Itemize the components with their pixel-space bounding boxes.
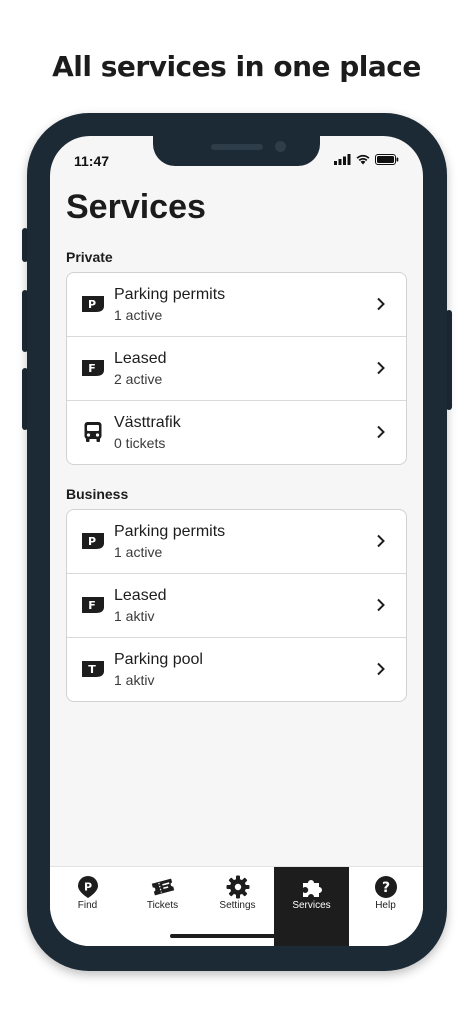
chevron-right-icon xyxy=(377,297,385,311)
svg-text:P: P xyxy=(88,298,96,311)
list-item-vasttrafik[interactable]: Västtrafik 0 tickets xyxy=(67,401,406,464)
list-item-private-parking-permits[interactable]: P Parking permits 1 active xyxy=(67,273,406,337)
chevron-right-icon xyxy=(377,425,385,439)
tab-label: Find xyxy=(77,900,98,911)
leased-icon: F xyxy=(82,597,104,613)
item-title: Leased xyxy=(114,350,167,367)
tab-find[interactable]: P Find xyxy=(50,867,125,946)
tickets-icon xyxy=(151,878,175,896)
leased-icon: F xyxy=(82,360,104,376)
home-indicator xyxy=(170,934,302,938)
private-services-card: P Parking permits 1 active F Leased 2 ac… xyxy=(66,272,407,465)
item-title: Parking permits xyxy=(114,286,226,303)
chevron-right-icon xyxy=(377,662,385,676)
parking-permit-icon: P xyxy=(82,296,104,312)
tab-label: Services xyxy=(292,900,331,911)
item-title: Leased xyxy=(114,587,167,604)
list-item-private-leased[interactable]: F Leased 2 active xyxy=(67,337,406,401)
item-subtitle: 1 aktiv xyxy=(114,672,155,688)
bus-icon xyxy=(84,422,102,442)
tab-label: Help xyxy=(375,900,396,911)
gear-icon xyxy=(226,875,250,899)
item-subtitle: 0 tickets xyxy=(114,435,166,451)
list-item-business-parking-permits[interactable]: P Parking permits 1 active xyxy=(67,510,406,574)
item-subtitle: 1 active xyxy=(114,307,163,323)
parking-pool-icon: T xyxy=(82,661,104,677)
parking-pin-icon: P xyxy=(78,876,98,898)
item-subtitle: 2 active xyxy=(114,371,163,387)
puzzle-icon xyxy=(303,880,322,897)
section-label-private: Private xyxy=(66,249,113,265)
svg-text:P: P xyxy=(84,881,92,894)
item-subtitle: 1 active xyxy=(114,544,163,560)
wifi-icon xyxy=(356,154,370,165)
tab-help[interactable]: ? Help xyxy=(348,867,423,946)
speaker xyxy=(211,144,263,150)
item-title: Parking pool xyxy=(114,651,203,668)
parking-permit-icon: P xyxy=(82,533,104,549)
chevron-right-icon xyxy=(377,361,385,375)
svg-text:F: F xyxy=(88,362,96,375)
notch xyxy=(153,136,320,166)
item-title: Västtrafik xyxy=(114,414,181,431)
status-time: 11:47 xyxy=(74,153,110,169)
headline: All services in one place xyxy=(52,50,421,83)
chevron-right-icon xyxy=(377,534,385,548)
signal-icon xyxy=(334,154,351,165)
page-title: Services xyxy=(66,188,206,226)
help-icon: ? xyxy=(375,876,397,898)
svg-text:F: F xyxy=(88,599,96,612)
tab-label: Tickets xyxy=(146,900,179,911)
list-item-business-leased[interactable]: F Leased 1 aktiv xyxy=(67,574,406,638)
section-label-business: Business xyxy=(66,486,129,502)
svg-text:?: ? xyxy=(382,880,390,896)
phone-screen: 11:47 Services Private P Parking permits… xyxy=(50,136,423,946)
business-services-card: P Parking permits 1 active F Leased 1 ak… xyxy=(66,509,407,702)
chevron-right-icon xyxy=(377,598,385,612)
list-item-parking-pool[interactable]: T Parking pool 1 aktiv xyxy=(67,638,406,701)
battery-icon xyxy=(375,154,399,165)
status-icons xyxy=(334,154,399,165)
camera xyxy=(275,141,286,152)
tab-label: Settings xyxy=(219,900,256,911)
svg-text:T: T xyxy=(88,663,96,676)
item-subtitle: 1 aktiv xyxy=(114,608,155,624)
item-title: Parking permits xyxy=(114,523,226,540)
svg-text:P: P xyxy=(88,535,96,548)
